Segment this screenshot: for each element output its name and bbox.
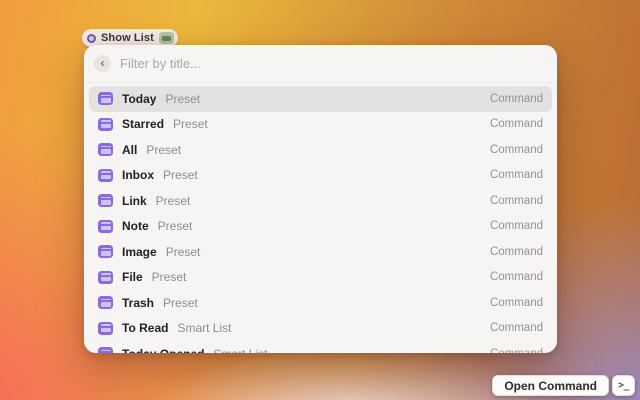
item-type-label: Command [490,297,543,309]
list-glyph-icon [98,92,113,105]
item-type-label: Command [490,118,543,130]
item-title: File [122,270,143,284]
item-subtitle: Preset [173,117,208,131]
list-item[interactable]: All Preset Command [89,137,552,163]
list-badge-icon [159,32,174,44]
search-bar: ‹ [84,45,557,83]
item-type-label: Command [490,348,543,353]
item-subtitle: Smart List [177,321,231,335]
item-type-label: Command [490,195,543,207]
command-list: Today Preset Command Starred Preset Comm… [84,83,557,353]
item-title: Image [122,245,157,259]
open-command-button[interactable]: Open Command [492,375,609,396]
list-glyph-icon [98,296,113,309]
list-glyph-icon [98,245,113,258]
item-title: Today Opened [122,347,204,353]
item-subtitle: Smart List [213,347,267,353]
desktop-background: Show List ‹ Today Preset Command Starred… [0,0,640,400]
list-item[interactable]: To Read Smart List Command [89,316,552,342]
item-type-label: Command [490,246,543,258]
item-title: Today [122,92,156,106]
item-title: Starred [122,117,164,131]
prompt-icon: >_ [618,380,628,391]
item-subtitle: Preset [163,168,198,182]
list-glyph-icon [98,347,113,353]
list-item[interactable]: Today Opened Smart List Command [89,341,552,353]
item-subtitle: Preset [156,194,191,208]
item-title: Note [122,219,149,233]
shortcut-keycap: >_ [612,375,635,396]
list-item[interactable]: Trash Preset Command [89,290,552,316]
item-title: To Read [122,321,168,335]
item-title: Link [122,194,147,208]
list-glyph-icon [98,271,113,284]
open-command-hint: Open Command >_ [492,375,635,396]
gear-icon [87,34,96,43]
list-glyph-icon [98,220,113,233]
item-title: Trash [122,296,154,310]
list-glyph-icon [98,194,113,207]
item-subtitle: Preset [165,92,200,106]
command-palette: ‹ Today Preset Command Starred Preset Co… [84,45,557,353]
item-type-label: Command [490,144,543,156]
list-item[interactable]: Link Preset Command [89,188,552,214]
item-subtitle: Preset [146,143,181,157]
list-glyph-icon [98,169,113,182]
item-type-label: Command [490,220,543,232]
item-subtitle: Preset [166,245,201,259]
list-item[interactable]: Starred Preset Command [89,112,552,138]
item-subtitle: Preset [158,219,193,233]
item-type-label: Command [490,322,543,334]
list-item[interactable]: Inbox Preset Command [89,163,552,189]
item-type-label: Command [490,271,543,283]
list-item[interactable]: Today Preset Command [89,86,552,112]
back-button[interactable]: ‹ [94,55,111,72]
list-glyph-icon [98,118,113,131]
chip-label: Show List [101,32,154,44]
list-item[interactable]: Note Preset Command [89,214,552,240]
item-type-label: Command [490,169,543,181]
list-item[interactable]: Image Preset Command [89,239,552,265]
item-title: Inbox [122,168,154,182]
chevron-left-icon: ‹ [101,57,105,69]
item-subtitle: Preset [163,296,198,310]
filter-input[interactable] [120,56,547,71]
open-command-label: Open Command [504,379,597,393]
item-type-label: Command [490,93,543,105]
item-title: All [122,143,137,157]
item-subtitle: Preset [152,270,187,284]
list-glyph-icon [98,143,113,156]
list-item[interactable]: File Preset Command [89,265,552,291]
list-glyph-icon [98,322,113,335]
